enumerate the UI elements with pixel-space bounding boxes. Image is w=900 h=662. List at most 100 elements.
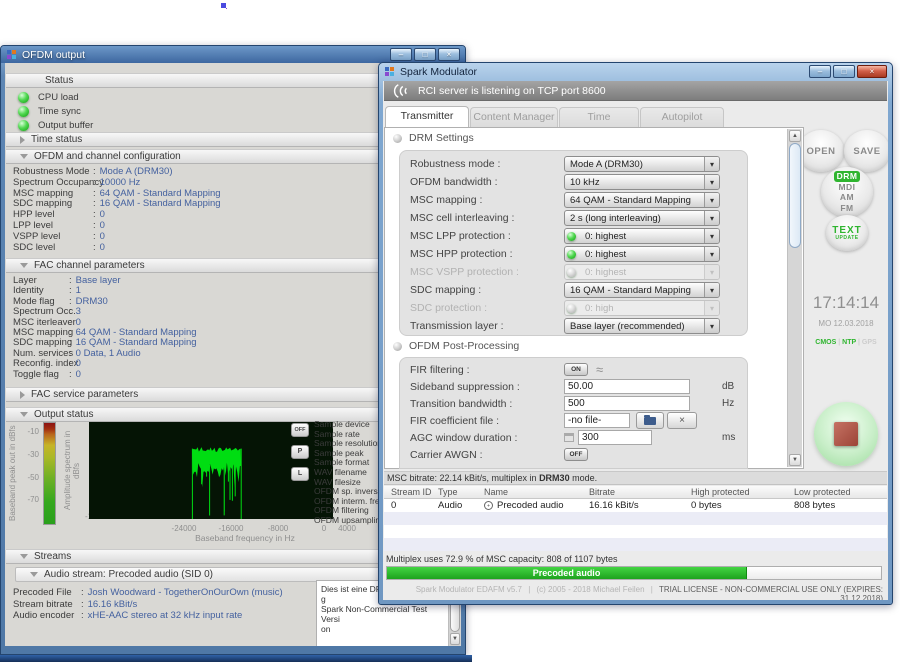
text-update-button[interactable]: TEXT UPDATE xyxy=(826,215,868,251)
table-cell: 0 xyxy=(391,500,438,511)
maximize-button[interactable]: □ xyxy=(833,65,855,78)
spark-titlebar[interactable]: Spark Modulator – □ × xyxy=(379,63,892,81)
settings-row: MSC mapping :64 QAM - Standard Mapping▾ xyxy=(400,191,747,209)
dropdown-value: 0: highest xyxy=(580,267,704,278)
expanded-arrow-icon xyxy=(20,554,28,559)
source-cmos: CMOS xyxy=(815,339,836,346)
open-button[interactable]: OPEN xyxy=(798,130,844,172)
colon: : xyxy=(69,317,72,328)
setting-label: FIR filtering : xyxy=(410,364,564,376)
spark-window-title: Spark Modulator xyxy=(400,66,477,78)
msc-mode: DRM30 xyxy=(539,473,570,483)
tab-autopilot[interactable]: Autopilot xyxy=(640,107,724,127)
setting-label: Transmission layer : xyxy=(410,320,564,332)
dropdown[interactable]: Base layer (recommended)▾ xyxy=(564,318,720,334)
table-cell: 808 bytes xyxy=(794,500,887,511)
carrier-awgn-row: Carrier AWGN : OFF xyxy=(400,446,747,463)
save-button[interactable]: SAVE xyxy=(844,130,888,172)
table-row[interactable]: 0AudioPrecoded audio16.16 kBit/s0 bytes8… xyxy=(384,499,887,512)
post-processing-header[interactable]: OFDM Post-Processing xyxy=(393,340,519,352)
field-value: xHE-AAC stereo at 32 kHz input rate xyxy=(88,610,243,621)
column-header: Name xyxy=(484,487,589,497)
unit-label: ms xyxy=(722,432,735,443)
dropdown[interactable]: 16 QAM - Standard Mapping▾ xyxy=(564,282,720,298)
carrier-awgn-toggle[interactable]: OFF xyxy=(564,448,588,461)
dropdown[interactable]: 0: highest▾ xyxy=(564,228,720,244)
green-led-icon xyxy=(567,250,576,259)
clear-file-button[interactable]: × xyxy=(667,412,697,429)
field-label: Precoded File xyxy=(13,587,81,599)
chevron-down-icon: ▾ xyxy=(704,247,719,262)
setting-label: Sideband suppression : xyxy=(410,381,564,393)
rci-status-banner: RCI server is listening on TCP port 8600 xyxy=(384,81,887,101)
dropdown[interactable]: 64 QAM - Standard Mapping▾ xyxy=(564,192,720,208)
dropdown[interactable]: 10 kHz▾ xyxy=(564,174,720,190)
button-label: SAVE xyxy=(853,146,880,157)
product-version: Spark Modulator EDAFM v5.7 xyxy=(416,585,522,594)
section-title: DRM Settings xyxy=(409,132,474,144)
column-header: High protected xyxy=(691,487,794,497)
separator: | xyxy=(528,585,530,594)
drm-settings-header[interactable]: DRM Settings xyxy=(393,132,474,144)
baseband-peak-meter xyxy=(43,422,56,525)
p-button[interactable]: P xyxy=(291,445,309,459)
off-button[interactable]: OFF xyxy=(291,423,309,437)
settings-row: MSC VSPP protection :0: highest▾ xyxy=(400,263,747,281)
colon: : xyxy=(69,275,72,286)
colon: : xyxy=(69,306,72,317)
table-row-empty xyxy=(384,512,887,525)
scroll-down-arrow[interactable]: ▼ xyxy=(789,454,801,466)
setting-label: MSC LPP protection : xyxy=(410,230,564,242)
dropdown-value: Base layer (recommended) xyxy=(565,321,704,332)
dropdown[interactable]: 2 s (long interleaving)▾ xyxy=(564,210,720,226)
table-row-empty xyxy=(384,538,887,551)
meter-axis-label: Baseband peak out in dBfs xyxy=(8,422,17,525)
section-title: Audio stream: Precoded audio (SID 0) xyxy=(44,569,213,580)
ofdm-app-icon xyxy=(7,50,17,60)
clear-x-icon: × xyxy=(679,415,685,426)
column-header: Stream ID xyxy=(391,487,438,497)
browse-file-button[interactable] xyxy=(636,412,664,429)
dropdown[interactable]: 0: highest▾ xyxy=(564,246,720,262)
scroll-up-arrow[interactable]: ▲ xyxy=(789,130,801,142)
msc-text: mode. xyxy=(570,473,598,483)
field-label: Stream bitrate xyxy=(13,599,81,611)
tab-transmitter[interactable]: Transmitter xyxy=(385,106,469,127)
tab-content-manager[interactable]: Content Manager xyxy=(470,107,558,127)
ofdm-titlebar[interactable]: OFDM output – □ × xyxy=(1,46,465,63)
multiplex-progress-bar: Precoded audio xyxy=(386,566,882,580)
stop-modulator-button[interactable] xyxy=(814,402,878,466)
dropdown: 0: high▾ xyxy=(564,300,720,316)
tab-time[interactable]: Time xyxy=(559,107,639,127)
agc-window-input[interactable] xyxy=(578,430,652,445)
maximize-button[interactable]: □ xyxy=(414,48,436,61)
dropdown[interactable]: Mode A (DRM30)▾ xyxy=(564,156,720,172)
fir-filtering-toggle[interactable]: ON xyxy=(564,363,588,376)
filter-wave-icon: ≈ xyxy=(596,365,603,375)
section-ball-icon xyxy=(393,134,402,143)
mode-select-button[interactable]: DRM MDI AM FM xyxy=(821,167,873,217)
scroll-down-arrow[interactable]: ▼ xyxy=(450,633,460,645)
close-button[interactable]: × xyxy=(857,65,887,78)
column-header: Type xyxy=(438,487,484,497)
minimize-button[interactable]: – xyxy=(390,48,412,61)
minimize-button[interactable]: – xyxy=(809,65,831,78)
table-header-row: Stream IDTypeNameBitrateHigh protectedLo… xyxy=(384,486,887,499)
close-button[interactable]: × xyxy=(438,48,460,61)
unit-label: dB xyxy=(722,381,734,392)
axis-tick: -8000 xyxy=(268,524,288,533)
fir-file-input[interactable] xyxy=(564,413,630,428)
colon: : xyxy=(69,369,72,380)
dropdown-value: 0: highest xyxy=(580,249,704,260)
spectrum-xlabel: Baseband frequency in Hz xyxy=(145,533,345,543)
dropdown-value: 16 QAM - Standard Mapping xyxy=(565,285,704,296)
green-led-icon xyxy=(567,232,576,241)
panel-vertical-scrollbar[interactable]: ▲ ▼ xyxy=(787,129,802,467)
dropdown-value: 0: highest xyxy=(580,231,704,242)
colon: : xyxy=(81,587,84,598)
scrollbar-thumb[interactable] xyxy=(789,143,801,248)
l-button[interactable]: L xyxy=(291,467,309,481)
field-value: 10000 Hz xyxy=(100,177,141,188)
sideband-suppression-input[interactable] xyxy=(564,379,690,394)
transition-bandwidth-input[interactable] xyxy=(564,396,690,411)
